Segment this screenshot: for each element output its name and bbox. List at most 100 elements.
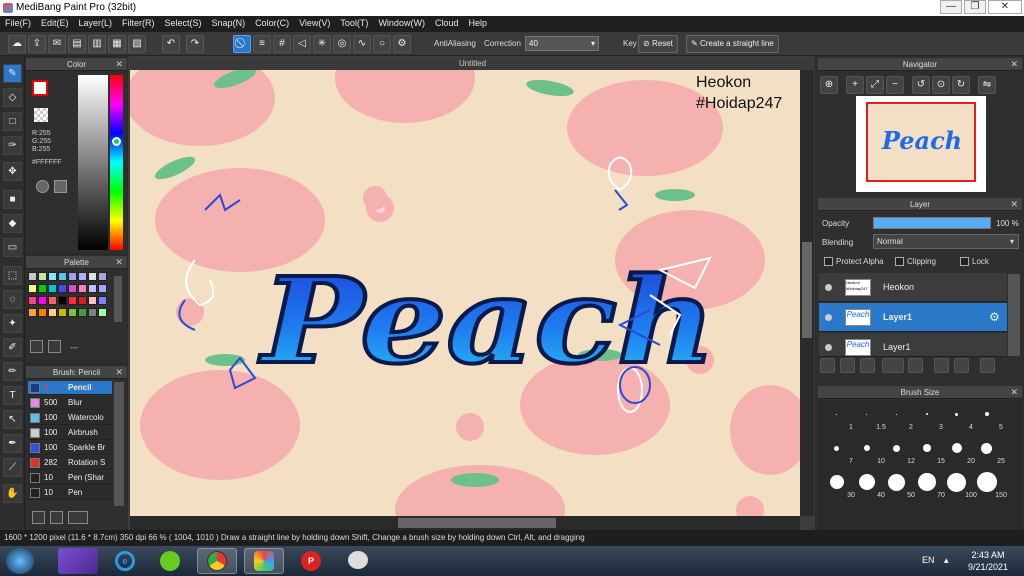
palette-swatch[interactable] <box>58 272 67 281</box>
navigator-preview[interactable]: Peach <box>856 96 986 192</box>
menu-window[interactable]: Window(W) <box>373 16 430 30</box>
add-brush-icon[interactable] <box>32 511 45 524</box>
palette-swatch[interactable] <box>78 296 87 305</box>
folder-icon[interactable] <box>908 358 923 373</box>
visual-studio-icon[interactable] <box>58 548 98 574</box>
palette-swatch[interactable] <box>68 272 77 281</box>
brush-size-option[interactable]: 100 <box>942 470 977 499</box>
palette-swatch[interactable] <box>98 308 107 317</box>
brush-size-option[interactable]: 4 <box>942 402 973 431</box>
brush-size-option[interactable]: 12 <box>882 436 915 465</box>
menu-edit[interactable]: Edit(E) <box>36 16 74 30</box>
brush-size-option[interactable]: 2 <box>882 402 913 431</box>
delete-layer-icon[interactable] <box>980 358 995 373</box>
palette-swatch[interactable] <box>78 308 87 317</box>
brush-item[interactable]: 10 Pen (Shar <box>28 471 112 485</box>
layer-scrollbar[interactable] <box>1008 274 1020 356</box>
text-tool-icon[interactable]: T <box>3 386 22 405</box>
brush-item[interactable]: 100 Airbrush <box>28 426 112 440</box>
eye-icon[interactable] <box>825 284 832 291</box>
menu-file[interactable]: File(F) <box>0 16 36 30</box>
brush-item-selected[interactable]: 4 Pencil <box>28 381 112 395</box>
brightness-gradient[interactable] <box>78 75 108 250</box>
close-icon[interactable]: ✕ <box>115 256 123 269</box>
brush-size-option[interactable]: 1.5 <box>852 402 886 431</box>
page-list-icon[interactable]: ▧ <box>128 35 146 53</box>
layer-row-selected[interactable]: Peach Layer1 ⚙ <box>819 303 1007 332</box>
gradient-tool-icon[interactable]: ▭ <box>3 238 22 257</box>
eye-icon[interactable] <box>825 314 832 321</box>
vertical-scrollbar[interactable] <box>800 70 814 516</box>
palette-swatch[interactable] <box>88 272 97 281</box>
brush-item[interactable]: 100 Sparkle Br <box>28 441 112 455</box>
palette-swatch[interactable] <box>68 308 77 317</box>
menu-tool[interactable]: Tool(T) <box>335 16 373 30</box>
snap-vanish-icon[interactable]: ◁ <box>293 35 311 53</box>
snap-off-icon[interactable]: ⃠ <box>233 35 251 53</box>
horizontal-scroll-thumb[interactable] <box>398 518 556 528</box>
palette-swatch[interactable] <box>28 296 37 305</box>
start-button[interactable] <box>6 548 34 574</box>
palette-swatch[interactable] <box>78 272 87 281</box>
rotate-reset-icon[interactable]: ⊙ <box>932 76 950 94</box>
brush-size-option[interactable]: 7 <box>822 436 853 465</box>
palette-swatch[interactable] <box>98 272 107 281</box>
operation-tool-icon[interactable]: ↖ <box>3 410 22 429</box>
blending-select[interactable]: Normal ▾ <box>873 234 1019 249</box>
rotate-left-icon[interactable]: ↺ <box>912 76 930 94</box>
new-8bit-layer-icon[interactable] <box>860 358 875 373</box>
select-tool-icon[interactable]: ⬚ <box>3 266 22 285</box>
minimize-button[interactable]: — <box>940 0 962 14</box>
pinterest-icon[interactable]: P <box>291 548 331 574</box>
menu-color[interactable]: Color(C) <box>250 16 294 30</box>
palette-swatch[interactable] <box>98 284 107 293</box>
dot-tool-icon[interactable]: □ <box>3 112 22 131</box>
palette-scrollbar[interactable] <box>114 276 122 322</box>
close-icon[interactable]: ✕ <box>115 58 123 71</box>
palette-swatch[interactable] <box>38 272 47 281</box>
flip-icon[interactable]: ⇋ <box>978 76 996 94</box>
palette-swatch[interactable] <box>48 272 57 281</box>
snap-settings-icon[interactable]: ⚙ <box>393 35 411 53</box>
close-icon[interactable]: ✕ <box>1010 386 1018 399</box>
medibang-taskbar-icon[interactable] <box>244 548 284 574</box>
palette-swatch[interactable] <box>58 284 67 293</box>
hue-slider-handle[interactable] <box>112 137 121 146</box>
menu-filter[interactable]: Filter(R) <box>117 16 160 30</box>
undo-icon[interactable]: ↶ <box>162 35 180 53</box>
language-indicator[interactable]: EN <box>922 555 935 565</box>
merge-layer-icon[interactable] <box>954 358 969 373</box>
menu-cloud[interactable]: Cloud <box>430 16 464 30</box>
zoom-in-icon[interactable]: + <box>846 76 864 94</box>
layer-row[interactable]: Heokon #Hoidap247 Heokon <box>819 273 1007 302</box>
brush-size-option[interactable]: 150 <box>972 470 1007 499</box>
layer-row[interactable]: Peach Layer1 <box>819 333 1007 357</box>
palette-swatch[interactable] <box>28 308 37 317</box>
add-palette-icon[interactable] <box>30 340 43 353</box>
new-halftone-layer-icon[interactable] <box>840 358 855 373</box>
internet-explorer-icon[interactable]: e <box>105 548 145 574</box>
brush-size-option[interactable]: 3 <box>912 402 943 431</box>
palette-swatch[interactable] <box>38 284 47 293</box>
menu-view[interactable]: View(V) <box>294 16 335 30</box>
snap-cross-icon[interactable]: # <box>273 35 291 53</box>
brush-page-icon[interactable] <box>50 511 63 524</box>
brush-size-option[interactable]: 40 <box>852 470 885 499</box>
selection-eraser-icon[interactable]: ✏ <box>3 362 22 381</box>
brush-tool-icon[interactable]: ✎ <box>3 64 22 83</box>
hand-tool-icon[interactable]: ✋ <box>3 484 22 503</box>
brush-size-option[interactable]: 25 <box>972 436 1005 465</box>
zoom-out-icon[interactable]: − <box>886 76 904 94</box>
brush-size-option[interactable]: 20 <box>942 436 975 465</box>
grid-page-icon[interactable]: ▦ <box>108 35 126 53</box>
snap-radial-icon[interactable]: ✳ <box>313 35 331 53</box>
document-icon[interactable]: ▤ <box>68 35 86 53</box>
color-wheel-icon[interactable] <box>36 180 49 193</box>
palette-swatch[interactable] <box>48 308 57 317</box>
straight-line-button[interactable]: ✎ Create a straight line <box>686 35 779 53</box>
eyedropper-icon[interactable]: ✒ <box>3 434 22 453</box>
palette-swatch[interactable] <box>78 284 87 293</box>
comment-icon[interactable]: ✉ <box>48 35 66 53</box>
brush-item[interactable]: 500 Blur <box>28 396 112 410</box>
palette-swatch[interactable] <box>48 284 57 293</box>
